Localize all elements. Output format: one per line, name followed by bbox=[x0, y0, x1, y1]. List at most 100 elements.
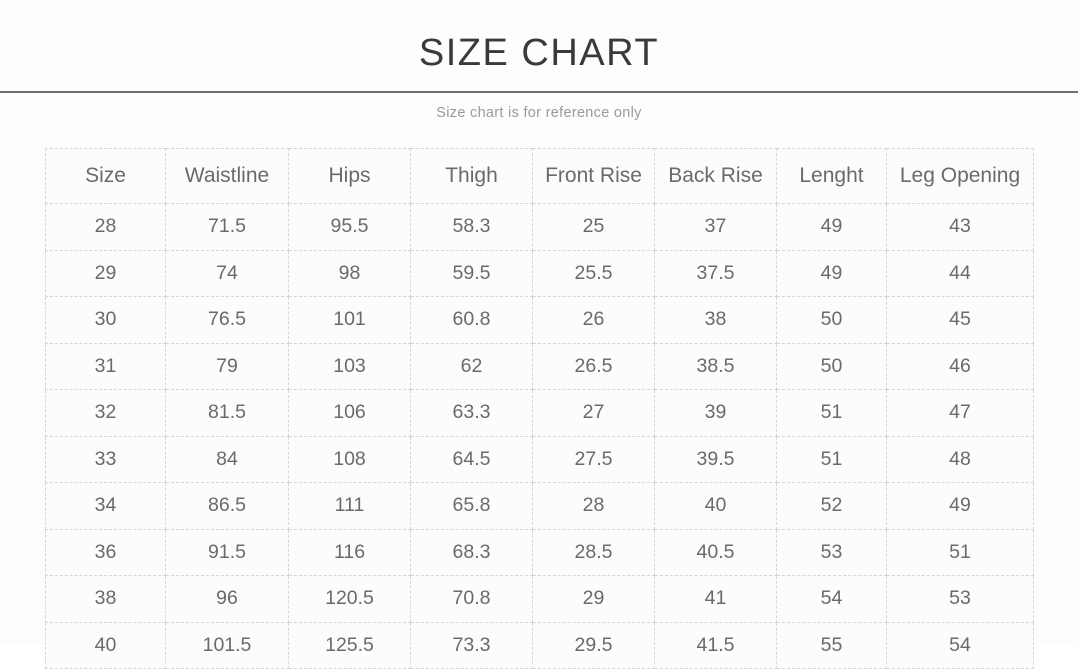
table-cell: 125.5 bbox=[288, 621, 411, 669]
cell-size: 29 bbox=[45, 249, 166, 297]
table-cell: 108 bbox=[288, 435, 411, 483]
table-cell: 40 bbox=[654, 482, 777, 530]
table-cell: 37.5 bbox=[654, 249, 777, 297]
table-cell: 29.5 bbox=[532, 621, 655, 669]
table-cell: 38.5 bbox=[654, 342, 777, 390]
table-cell: 53 bbox=[886, 575, 1034, 623]
cell-size: 28 bbox=[45, 203, 166, 251]
table-header: Size Waistline Hips Thigh Front Rise Bac… bbox=[45, 148, 1034, 204]
table-cell: 39 bbox=[654, 389, 777, 437]
table-cell: 54 bbox=[886, 621, 1034, 669]
column-header-waistline: Waistline bbox=[165, 148, 289, 204]
table-cell: 63.3 bbox=[410, 389, 533, 437]
table-cell: 48 bbox=[886, 435, 1034, 483]
cell-size: 38 bbox=[45, 575, 166, 623]
column-header-front-rise: Front Rise bbox=[532, 148, 655, 204]
table-cell: 62 bbox=[410, 342, 533, 390]
table-cell: 101.5 bbox=[165, 621, 289, 669]
size-table: Size Waistline Hips Thigh Front Rise Bac… bbox=[45, 148, 1034, 669]
table-cell: 79 bbox=[165, 342, 289, 390]
table-cell: 81.5 bbox=[165, 389, 289, 437]
size-chart-page: SIZE CHART Size chart is for reference o… bbox=[0, 0, 1078, 669]
table-cell: 26.5 bbox=[532, 342, 655, 390]
cell-size: 32 bbox=[45, 389, 166, 437]
table-cell: 38 bbox=[654, 296, 777, 344]
cell-size: 40 bbox=[45, 621, 166, 669]
table-cell: 64.5 bbox=[410, 435, 533, 483]
table-cell: 96 bbox=[165, 575, 289, 623]
column-header-thigh: Thigh bbox=[410, 148, 533, 204]
table-row: 36 91.5 116 68.3 28.5 40.5 53 51 bbox=[45, 528, 1034, 576]
table-row: 40 101.5 125.5 73.3 29.5 41.5 55 54 bbox=[45, 621, 1034, 669]
table-cell: 73.3 bbox=[410, 621, 533, 669]
page-subtitle: Size chart is for reference only bbox=[436, 105, 642, 121]
table-cell: 41.5 bbox=[654, 621, 777, 669]
column-header-size: Size bbox=[45, 148, 166, 204]
cell-size: 31 bbox=[45, 342, 166, 390]
table-cell: 70.8 bbox=[410, 575, 533, 623]
table-cell: 101 bbox=[288, 296, 411, 344]
table-cell: 54 bbox=[776, 575, 887, 623]
column-header-hips: Hips bbox=[288, 148, 411, 204]
cell-size: 30 bbox=[45, 296, 166, 344]
table-cell: 49 bbox=[886, 482, 1034, 530]
table-cell: 106 bbox=[288, 389, 411, 437]
table-cell: 59.5 bbox=[410, 249, 533, 297]
table-cell: 111 bbox=[288, 482, 411, 530]
table-cell: 27.5 bbox=[532, 435, 655, 483]
table-cell: 84 bbox=[165, 435, 289, 483]
table-cell: 55 bbox=[776, 621, 887, 669]
page-title: SIZE CHART bbox=[418, 32, 660, 74]
table-body: 28 71.5 95.5 58.3 25 37 49 43 29 74 98 59.5 25.5 37.5… bbox=[45, 203, 1034, 669]
table-cell: 50 bbox=[776, 296, 887, 344]
table-row: 34 86.5 111 65.8 28 40 52 49 bbox=[45, 482, 1034, 530]
table-cell: 28.5 bbox=[532, 528, 655, 576]
table-cell: 50 bbox=[776, 342, 887, 390]
table-cell: 29 bbox=[532, 575, 655, 623]
table-row: 38 96 120.5 70.8 29 41 54 53 bbox=[45, 575, 1034, 623]
table-cell: 46 bbox=[886, 342, 1034, 390]
table-cell: 71.5 bbox=[165, 203, 289, 251]
table-cell: 120.5 bbox=[288, 575, 411, 623]
table-cell: 49 bbox=[776, 249, 887, 297]
table-cell: 25 bbox=[532, 203, 655, 251]
table-cell: 43 bbox=[886, 203, 1034, 251]
cell-size: 36 bbox=[45, 528, 166, 576]
table-cell: 74 bbox=[165, 249, 289, 297]
table-cell: 40.5 bbox=[654, 528, 777, 576]
table-cell: 49 bbox=[776, 203, 887, 251]
table-cell: 68.3 bbox=[410, 528, 533, 576]
size-table-container: Size Waistline Hips Thigh Front Rise Bac… bbox=[45, 148, 1034, 669]
table-cell: 103 bbox=[288, 342, 411, 390]
table-cell: 39.5 bbox=[654, 435, 777, 483]
table-row: 28 71.5 95.5 58.3 25 37 49 43 bbox=[45, 203, 1034, 251]
table-cell: 51 bbox=[886, 528, 1034, 576]
table-cell: 65.8 bbox=[410, 482, 533, 530]
table-row: 32 81.5 106 63.3 27 39 51 47 bbox=[45, 389, 1034, 437]
cell-size: 34 bbox=[45, 482, 166, 530]
table-cell: 95.5 bbox=[288, 203, 411, 251]
table-cell: 52 bbox=[776, 482, 887, 530]
table-cell: 116 bbox=[288, 528, 411, 576]
table-cell: 45 bbox=[886, 296, 1034, 344]
title-divider bbox=[0, 91, 1078, 93]
table-header-row: Size Waistline Hips Thigh Front Rise Bac… bbox=[45, 148, 1034, 204]
table-row: 33 84 108 64.5 27.5 39.5 51 48 bbox=[45, 435, 1034, 483]
table-cell: 44 bbox=[886, 249, 1034, 297]
table-cell: 51 bbox=[776, 435, 887, 483]
chart-header: SIZE CHART Size chart is for reference o… bbox=[0, 0, 1078, 121]
table-cell: 47 bbox=[886, 389, 1034, 437]
table-row: 31 79 103 62 26.5 38.5 50 46 bbox=[45, 342, 1034, 390]
table-row: 30 76.5 101 60.8 26 38 50 45 bbox=[45, 296, 1034, 344]
table-cell: 98 bbox=[288, 249, 411, 297]
cell-size: 33 bbox=[45, 435, 166, 483]
table-cell: 27 bbox=[532, 389, 655, 437]
table-cell: 60.8 bbox=[410, 296, 533, 344]
table-cell: 25.5 bbox=[532, 249, 655, 297]
table-cell: 41 bbox=[654, 575, 777, 623]
table-cell: 26 bbox=[532, 296, 655, 344]
table-cell: 76.5 bbox=[165, 296, 289, 344]
table-cell: 58.3 bbox=[410, 203, 533, 251]
table-cell: 37 bbox=[654, 203, 777, 251]
table-cell: 28 bbox=[532, 482, 655, 530]
